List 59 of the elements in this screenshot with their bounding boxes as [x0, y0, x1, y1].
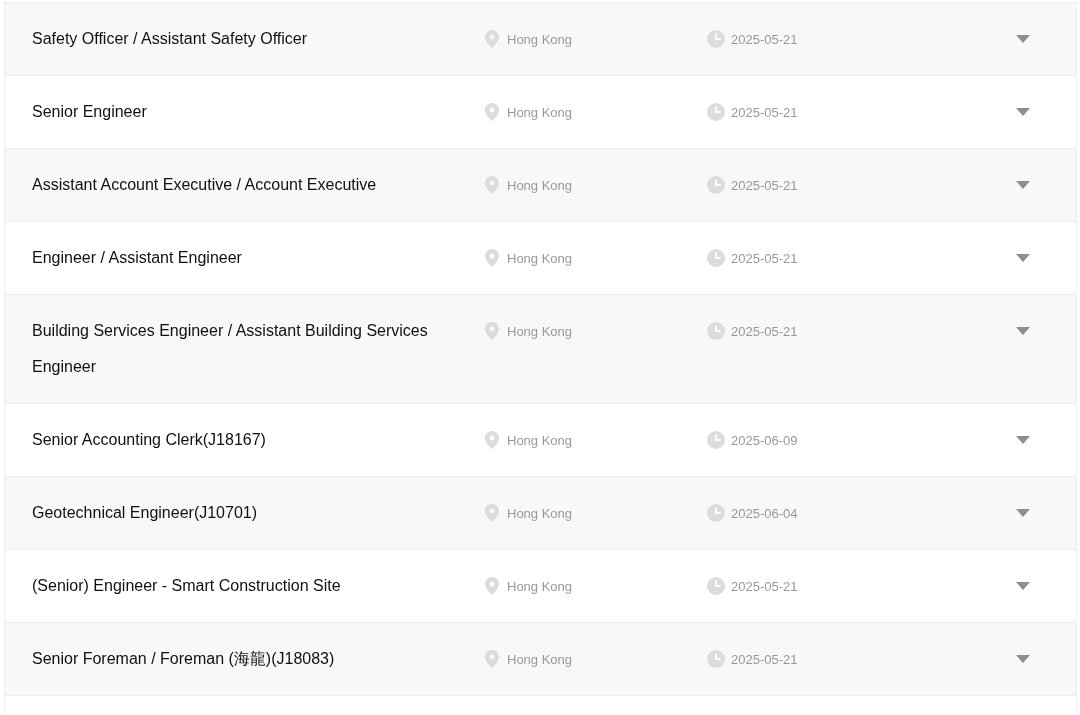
clock-icon — [707, 650, 725, 668]
job-title: Senior Foreman / Foreman (海龍)(J18083) — [32, 649, 336, 669]
job-location: Hong Kong — [507, 104, 573, 120]
caret-down-icon[interactable] — [1016, 436, 1030, 444]
location-pin-icon — [483, 322, 501, 340]
location-pin-icon — [483, 577, 501, 595]
clock-icon — [707, 577, 725, 595]
location-pin-icon — [483, 103, 501, 121]
job-title: Senior Engineer — [32, 102, 148, 122]
job-location: Hong Kong — [507, 177, 573, 193]
clock-icon — [707, 504, 725, 522]
job-row[interactable]: Geotechnical Engineer(J10701) Hong Kong 2025-06-04 — [5, 476, 1076, 549]
job-location: Hong Kong — [507, 323, 573, 339]
clock-icon — [707, 30, 725, 48]
location-pin-icon — [483, 431, 501, 449]
caret-down-icon[interactable] — [1016, 35, 1030, 43]
location-pin-icon — [483, 504, 501, 522]
job-date: 2025-05-21 — [731, 104, 798, 120]
job-date: 2025-05-21 — [731, 323, 798, 339]
job-location: Hong Kong — [507, 578, 573, 594]
job-title: Engineer / Assistant Engineer — [32, 248, 243, 268]
job-date: 2025-05-21 — [731, 250, 798, 266]
job-location: Hong Kong — [507, 505, 573, 521]
caret-down-icon[interactable] — [1016, 181, 1030, 189]
job-date: 2025-05-21 — [731, 578, 798, 594]
job-date: 2025-06-09 — [731, 432, 798, 448]
clock-icon — [707, 176, 725, 194]
job-row[interactable]: Building Services Engineer / Assistant Building Services Engineer Hong Kong 2025-05-21 — [5, 294, 1076, 403]
caret-down-icon[interactable] — [1016, 108, 1030, 116]
location-pin-icon — [483, 176, 501, 194]
clock-icon — [707, 322, 725, 340]
job-date: 2025-05-21 — [731, 31, 798, 47]
location-pin-icon — [483, 30, 501, 48]
job-location: Hong Kong — [507, 31, 573, 47]
job-row[interactable]: Safety Officer / Assistant Safety Officer Hong Kong 2025-05-21 — [5, 2, 1076, 75]
clock-icon — [707, 103, 725, 121]
job-title: Geotechnical Engineer(J10701) — [32, 503, 259, 523]
caret-down-icon[interactable] — [1016, 509, 1030, 517]
location-pin-icon — [483, 650, 501, 668]
job-title: (Senior) Engineer - Smart Construction Site — [32, 576, 342, 596]
caret-down-icon[interactable] — [1016, 254, 1030, 262]
location-pin-icon — [483, 249, 501, 267]
caret-down-icon[interactable] — [1016, 327, 1030, 335]
job-date: 2025-05-21 — [731, 177, 798, 193]
job-title: Safety Officer / Assistant Safety Officer — [32, 29, 309, 49]
job-row[interactable]: Senior Foreman / Foreman (海龍)(J18083) Hong Kong 2025-05-21 — [5, 622, 1076, 695]
job-title: Assistant Account Executive / Account Executive — [32, 175, 378, 195]
job-title: Building Services Engineer / Assistant Building Services Engineer — [32, 321, 429, 377]
job-date: 2025-05-21 — [731, 651, 798, 667]
job-location: Hong Kong — [507, 250, 573, 266]
job-title: Senior Accounting Clerk(J18167) — [32, 430, 267, 450]
job-date: 2025-06-04 — [731, 505, 798, 521]
caret-down-icon[interactable] — [1016, 655, 1030, 663]
clock-icon — [707, 249, 725, 267]
job-location: Hong Kong — [507, 651, 573, 667]
job-location: Hong Kong — [507, 432, 573, 448]
job-row[interactable]: Assistant Account Executive / Account Executive Hong Kong 2025-05-21 — [5, 148, 1076, 221]
clock-icon — [707, 431, 725, 449]
caret-down-icon[interactable] — [1016, 582, 1030, 590]
